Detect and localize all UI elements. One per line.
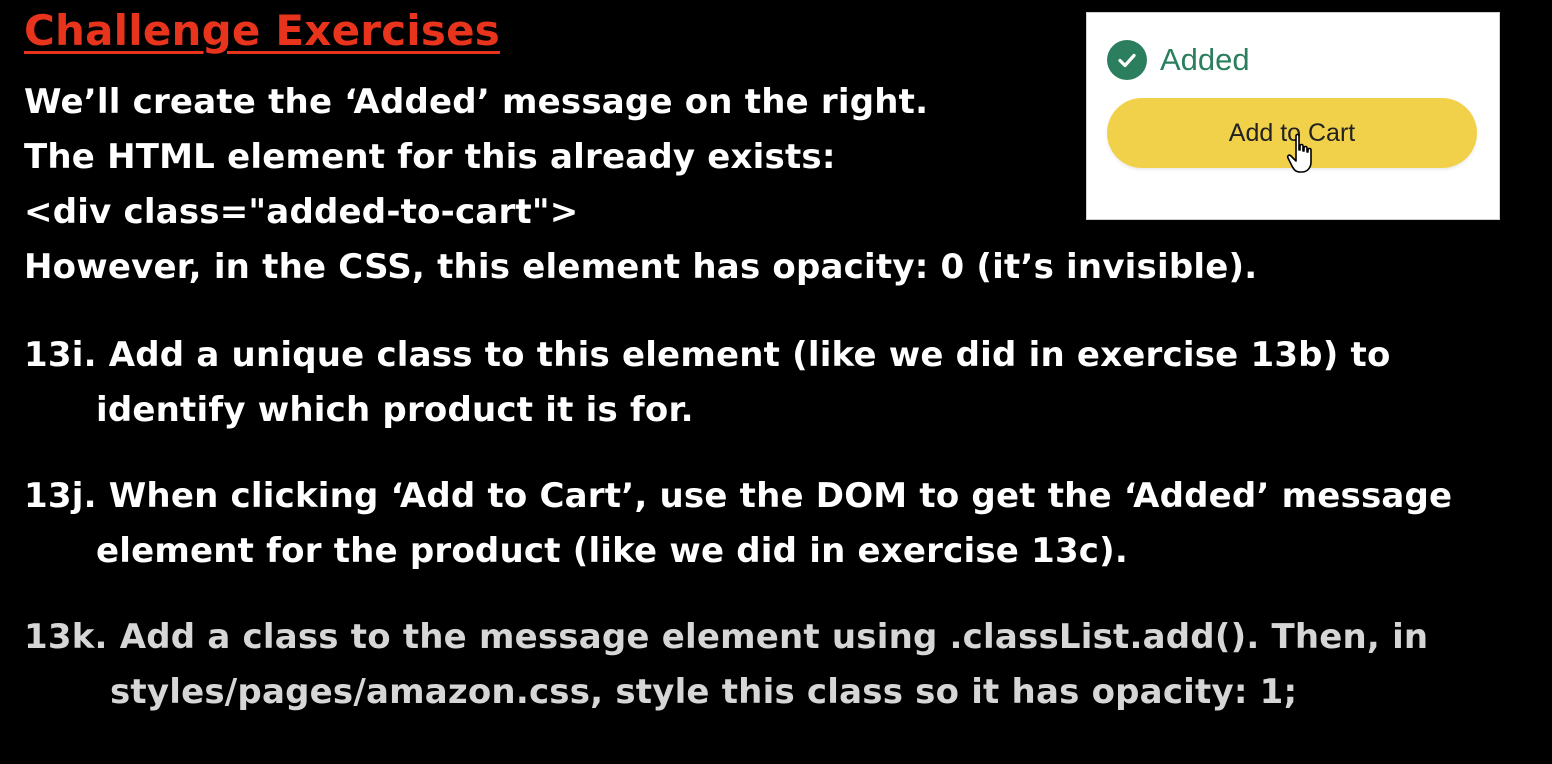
exercise-text: Add a unique class to this element (like… bbox=[108, 335, 1391, 375]
exercise-13i-line-1: 13i. Add a unique class to this element … bbox=[24, 328, 1391, 383]
exercise-13j: 13j. When clicking ‘Add to Cart’, use th… bbox=[24, 469, 1452, 579]
exercise-text: When clicking ‘Add to Cart’, use the DOM… bbox=[108, 476, 1453, 516]
exercise-13j-line-1: 13j. When clicking ‘Add to Cart’, use th… bbox=[24, 469, 1452, 524]
exercise-13k: 13k. Add a class to the message element … bbox=[24, 610, 1428, 720]
intro-line-2: The HTML element for this already exists… bbox=[24, 137, 836, 177]
exercise-13k-line-2: styles/pages/amazon.css, style this clas… bbox=[110, 672, 1298, 712]
exercise-13k-line-1: 13k. Add a class to the message element … bbox=[24, 610, 1428, 665]
exercise-text: Add a class to the message element using… bbox=[119, 617, 1429, 657]
intro-line-3: <div class="added-to-cart"> bbox=[24, 192, 579, 232]
hand-pointer-icon bbox=[1286, 133, 1312, 173]
exercise-number: 13k. bbox=[24, 617, 108, 657]
page-title: Challenge Exercises bbox=[24, 6, 500, 55]
check-circle-icon bbox=[1107, 40, 1147, 80]
exercise-13i-line-2: identify which product it is for. bbox=[96, 390, 694, 430]
intro-line-4: However, in the CSS, this element has op… bbox=[24, 247, 1258, 287]
exercise-number: 13i. bbox=[24, 335, 97, 375]
intro-line-1: We’ll create the ‘Added’ message on the … bbox=[24, 82, 929, 122]
added-label: Added bbox=[1160, 42, 1250, 77]
exercise-13j-line-2: element for the product (like we did in … bbox=[96, 531, 1129, 571]
exercise-number: 13j. bbox=[24, 476, 97, 516]
product-preview-panel: Added Add to Cart bbox=[1086, 12, 1500, 220]
exercise-13i: 13i. Add a unique class to this element … bbox=[24, 328, 1391, 438]
added-to-cart-message: Added bbox=[1107, 40, 1250, 80]
